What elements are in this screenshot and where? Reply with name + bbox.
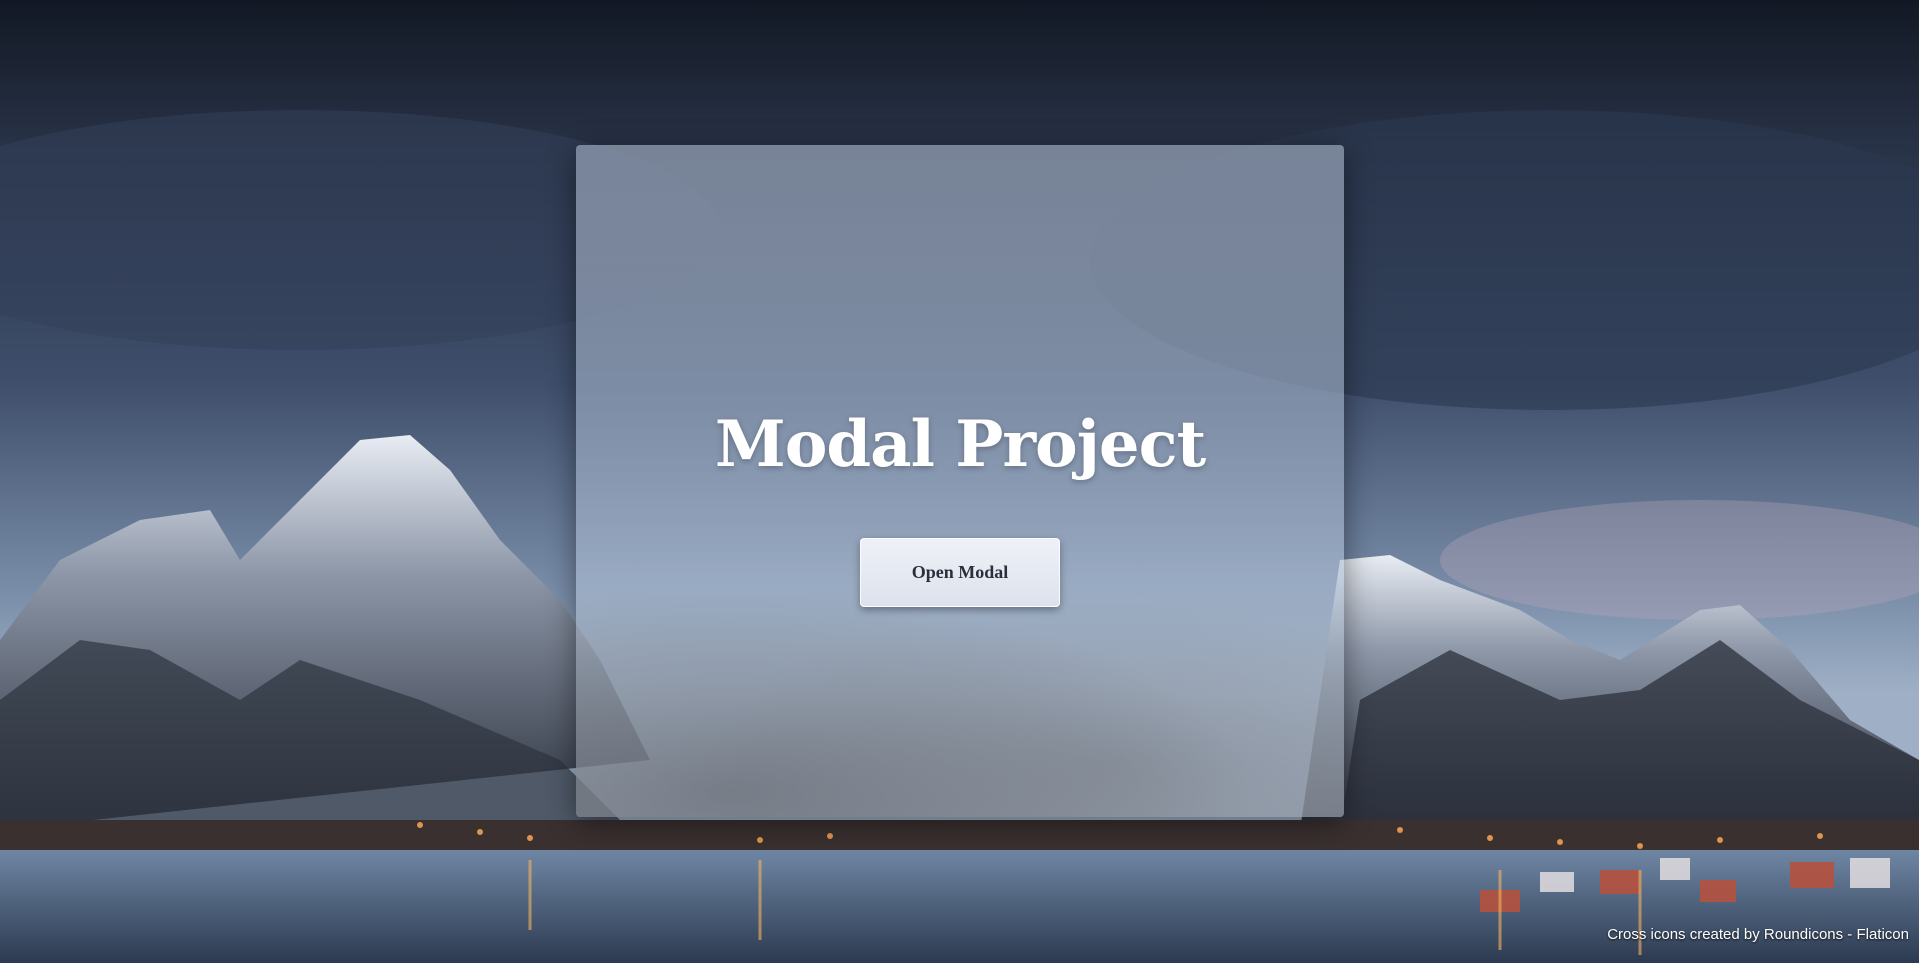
- page: Modal Project Open Modal Cross icons cre…: [0, 0, 1919, 963]
- icon-attribution-link[interactable]: Cross icons created by Roundicons - Flat…: [1607, 926, 1909, 943]
- page-title: Modal Project: [714, 407, 1206, 482]
- open-modal-button[interactable]: Open Modal: [860, 538, 1060, 607]
- hero-card: Modal Project Open Modal: [576, 145, 1344, 817]
